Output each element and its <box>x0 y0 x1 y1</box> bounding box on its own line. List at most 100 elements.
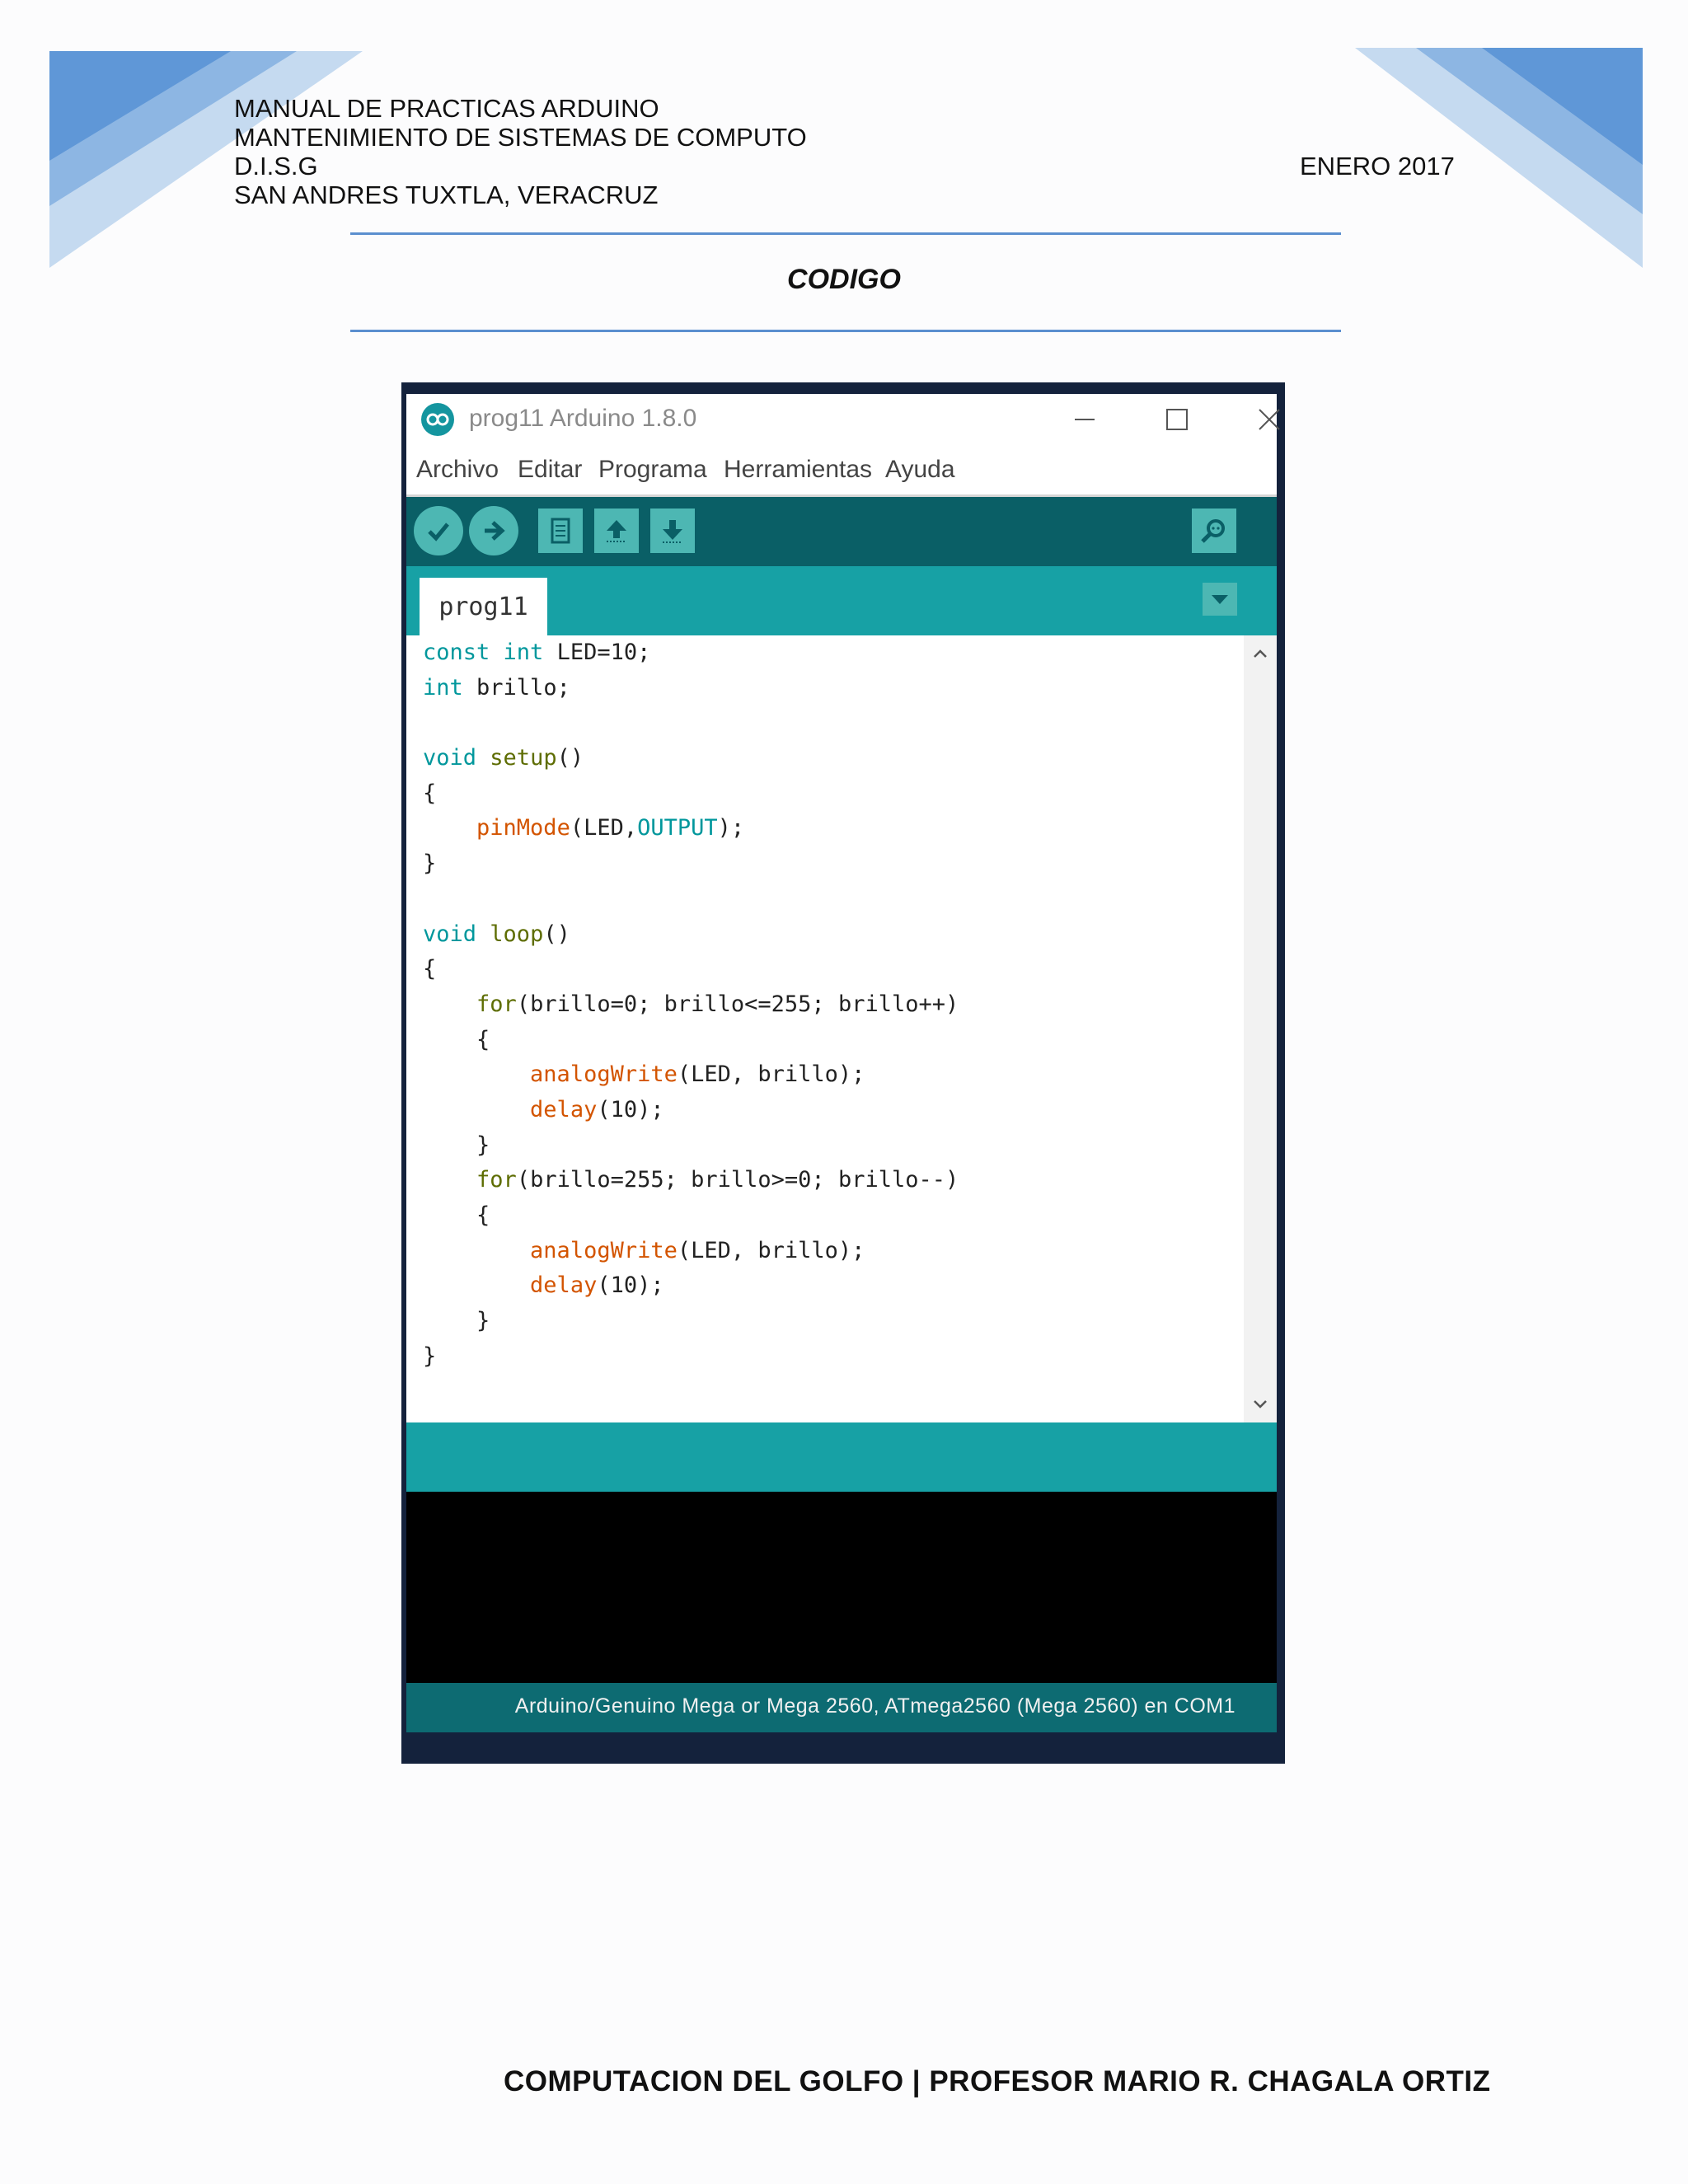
divider-bottom <box>350 330 1341 332</box>
code-line: const int LED=10; <box>423 635 959 671</box>
board-status: Arduino/Genuino Mega or Mega 2560, ATmeg… <box>514 1694 1236 1718</box>
scroll-down-icon[interactable] <box>1244 1388 1277 1421</box>
code-token: for <box>476 991 517 1017</box>
save-icon <box>663 520 682 543</box>
save-sketch-button[interactable] <box>650 509 695 553</box>
tab-bar: prog11 <box>406 566 1277 635</box>
code-token: (LED, <box>570 815 638 841</box>
header-line-manual: MANUAL DE PRACTICAS ARDUINO <box>234 94 659 123</box>
code-token: void <box>423 921 477 947</box>
editor-scrollbar[interactable] <box>1244 635 1277 1422</box>
header-date: ENERO 2017 <box>1300 152 1455 180</box>
code-token: ); <box>717 815 745 841</box>
code-token: pinMode <box>476 815 570 841</box>
code-token: analogWrite <box>530 1237 678 1263</box>
menu-ayuda[interactable]: Ayuda <box>885 456 955 484</box>
code-token: (10); <box>597 1096 664 1122</box>
code-token: int <box>423 674 463 701</box>
code-token: (brillo=0; brillo<=255; brillo++) <box>516 991 959 1017</box>
code-line: void setup() <box>423 741 959 776</box>
tab-menu-button[interactable] <box>1203 583 1237 616</box>
close-button[interactable] <box>1232 394 1306 445</box>
menu-editar[interactable]: Editar <box>518 456 582 484</box>
header-line-dept: D.I.S.G <box>234 152 318 180</box>
open-sketch-button[interactable] <box>594 509 639 553</box>
code-editor[interactable]: const int LED=10; int brillo; void setup()… <box>406 635 1277 1422</box>
header-line-location: SAN ANDRES TUXTLA, VERACRUZ <box>234 180 659 209</box>
upload-icon <box>485 521 505 541</box>
code-line: for(brillo=0; brillo<=255; brillo++) <box>423 987 959 1023</box>
new-icon <box>551 518 570 544</box>
new-sketch-button[interactable] <box>538 509 583 553</box>
header-line-course: MANTENIMIENTO DE SISTEMAS DE COMPUTO <box>234 123 807 152</box>
code-token: void <box>423 745 477 771</box>
menu-bar: Archivo Editar Programa Herramientas Ayu… <box>406 445 1277 497</box>
toolbar <box>406 497 1277 566</box>
menu-archivo[interactable]: Archivo <box>416 456 499 484</box>
minimize-button[interactable] <box>1048 394 1122 445</box>
code-line: } <box>423 1304 959 1339</box>
open-icon <box>607 520 626 542</box>
code-token: int <box>503 640 544 665</box>
arduino-ide-window: prog11 Arduino 1.8.0 Archivo Editar Prog… <box>401 382 1285 1764</box>
code-token: OUTPUT <box>637 815 718 841</box>
code-line: pinMode(LED,OUTPUT); <box>423 811 959 846</box>
code-token: } <box>423 1132 490 1158</box>
code-token: { <box>423 956 437 982</box>
console-output[interactable] <box>406 1492 1277 1683</box>
code-token: brillo; <box>462 674 570 701</box>
document-header: MANUAL DE PRACTICAS ARDUINO MANTENIMIENT… <box>234 94 807 209</box>
arduino-logo-icon <box>421 403 454 436</box>
window-title: prog11 Arduino 1.8.0 <box>469 405 697 432</box>
upload-button[interactable] <box>469 506 518 555</box>
menu-programa[interactable]: Programa <box>598 456 707 484</box>
code-token: delay <box>530 1272 598 1299</box>
verify-icon <box>428 523 449 541</box>
code-token: analogWrite <box>530 1062 678 1088</box>
code-token: (brillo=255; brillo>=0; brillo--) <box>516 1167 959 1193</box>
code-token: setup <box>490 745 557 771</box>
menu-herramientas[interactable]: Herramientas <box>724 456 872 484</box>
maximize-button[interactable] <box>1140 394 1214 445</box>
chevron-down-icon <box>1212 595 1228 604</box>
window-titlebar: prog11 Arduino 1.8.0 <box>406 394 1280 445</box>
code-token: loop <box>490 921 544 947</box>
code-token: delay <box>530 1096 598 1122</box>
message-area <box>406 1422 1277 1492</box>
code-token: for <box>476 1167 517 1193</box>
code-line: analogWrite(LED, brillo); <box>423 1234 959 1269</box>
code-line: } <box>423 846 959 882</box>
code-listing: const int LED=10; int brillo; void setup()… <box>423 635 959 1374</box>
serial-monitor-button[interactable] <box>1192 509 1236 553</box>
scroll-up-icon[interactable] <box>1244 637 1277 670</box>
code-token: { <box>423 780 437 806</box>
page-footer: COMPUTACION DEL GOLFO | PROFESOR MARIO R… <box>504 2065 1491 2097</box>
code-token: () <box>543 921 570 947</box>
code-token: (LED, brillo); <box>677 1062 865 1088</box>
code-line: delay(10); <box>423 1093 959 1128</box>
code-line: { <box>423 1198 959 1234</box>
code-line: } <box>423 1128 959 1164</box>
code-token: } <box>423 1343 437 1369</box>
divider-top <box>350 232 1341 235</box>
code-line: { <box>423 952 959 987</box>
status-bar: Arduino/Genuino Mega or Mega 2560, ATmeg… <box>406 1683 1277 1732</box>
code-token: LED=10; <box>543 640 651 665</box>
code-token: } <box>423 851 437 877</box>
code-token: const <box>423 640 490 665</box>
code-line: } <box>423 1339 959 1375</box>
code-line: { <box>423 1023 959 1058</box>
tab-prog11[interactable]: prog11 <box>420 578 547 635</box>
verify-button[interactable] <box>414 506 463 555</box>
